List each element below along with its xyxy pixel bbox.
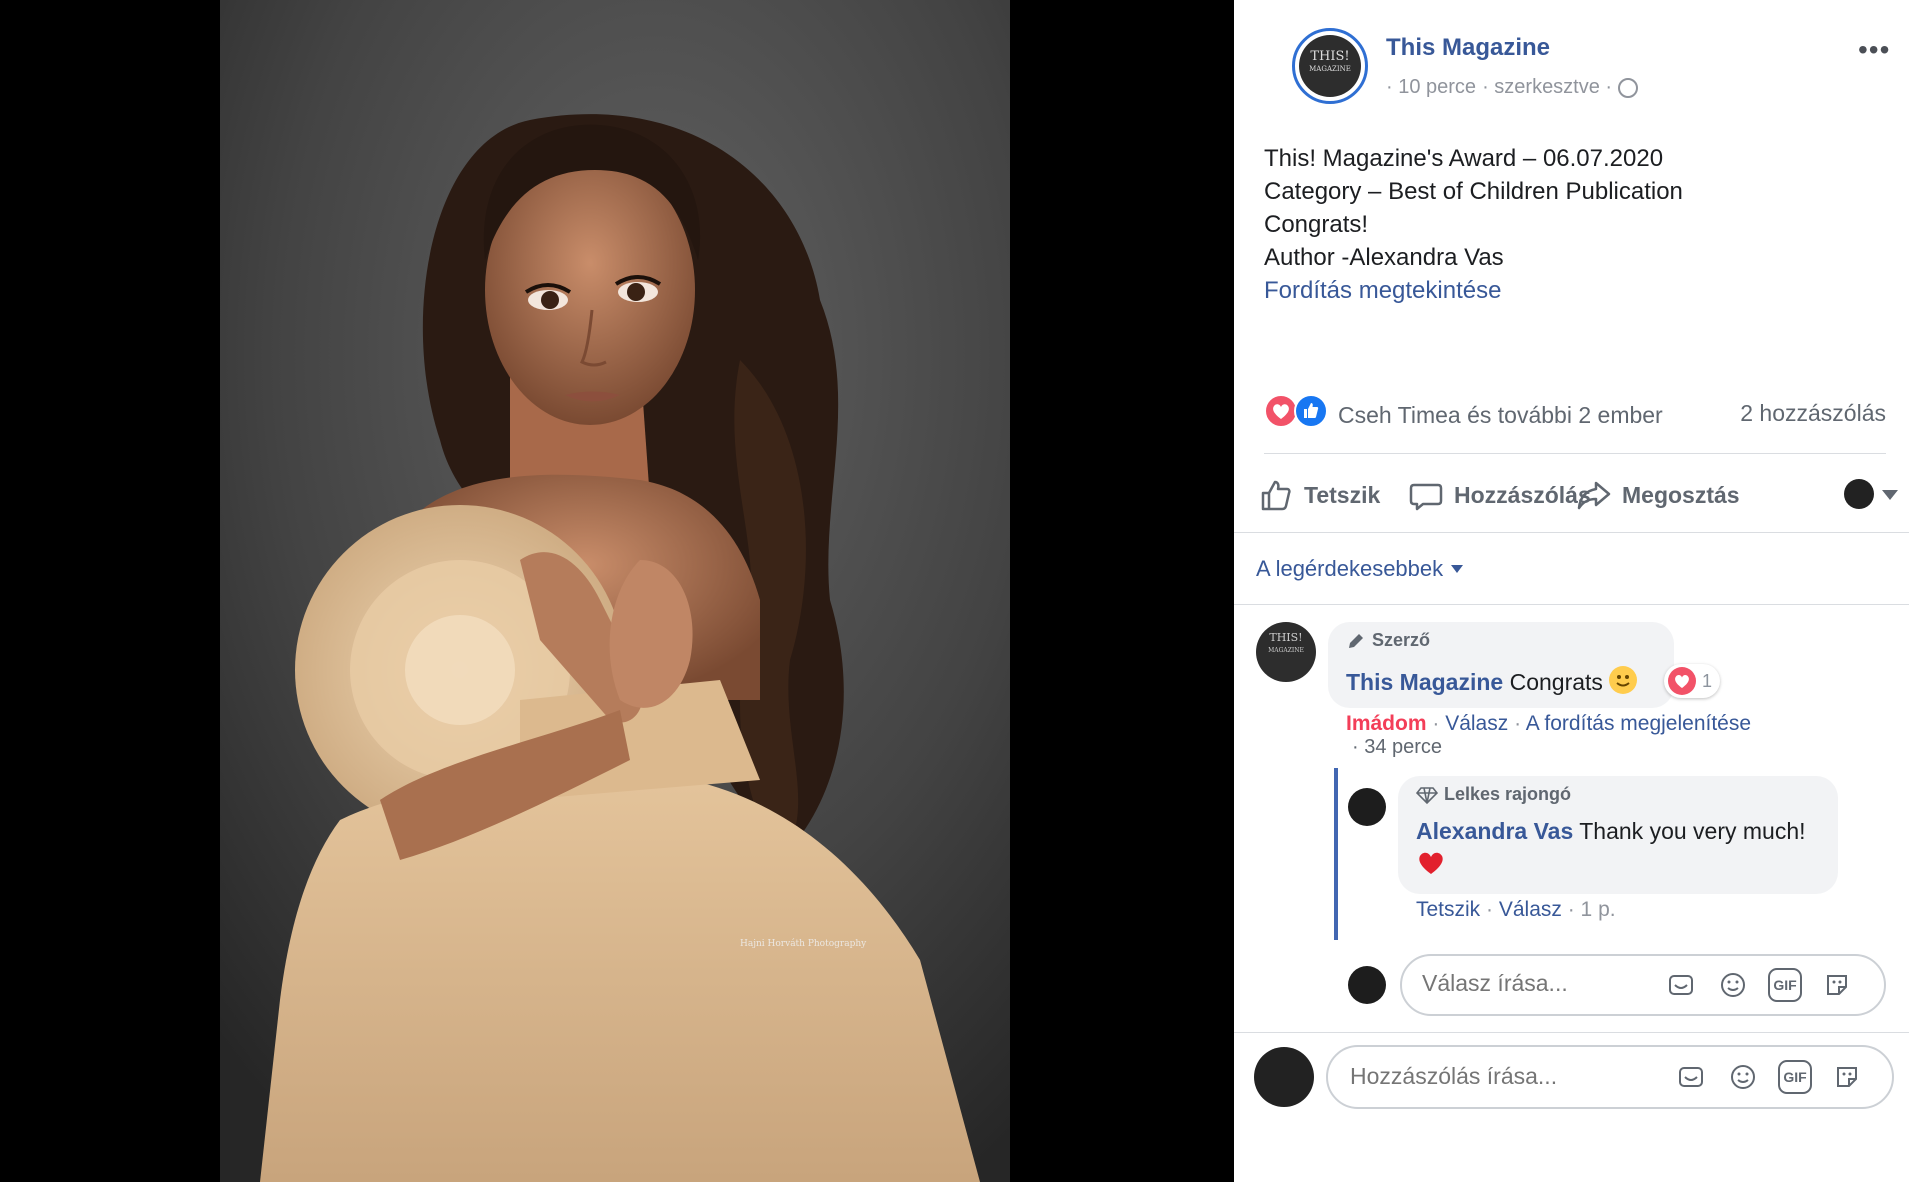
page-name-link[interactable]: This Magazine [1386, 34, 1550, 62]
smile-emoji-icon [1609, 666, 1638, 694]
avatar-logo-bottom: MAGAZINE [1309, 65, 1351, 73]
divider [1234, 604, 1909, 605]
post-line-3: Congrats! [1264, 211, 1369, 238]
reply-actions: Tetszik · Válasz · 1 p. [1416, 898, 1616, 922]
comment-count[interactable]: 2 hozzászólás [1740, 400, 1886, 427]
red-heart-icon [1419, 852, 1443, 874]
globe-icon[interactable] [1618, 77, 1639, 98]
divider [1264, 453, 1886, 454]
my-avatar[interactable] [1254, 1047, 1314, 1107]
author-badge: Szerző [1346, 630, 1430, 651]
comment-sort-label: A legérdekesebbek [1256, 556, 1444, 581]
emoji-icon[interactable] [1726, 1060, 1760, 1094]
gif-icon[interactable]: GIF [1778, 1060, 1812, 1094]
post-meta: · 10 perce · szerkesztve · [1386, 76, 1639, 99]
gif-icon[interactable]: GIF [1768, 968, 1802, 1002]
emoji-icon[interactable] [1716, 968, 1750, 1002]
love-reaction-link[interactable]: Imádom [1346, 712, 1427, 735]
see-translation-link[interactable]: Fordítás megtekintése [1264, 274, 1683, 307]
post-line-1: This! Magazine's Award – 06.07.2020 [1264, 145, 1664, 172]
pencil-icon [1349, 633, 1363, 648]
reply-bubble: Lelkes rajongó Alexandra Vas Thank you v… [1398, 776, 1838, 894]
speech-bubble-icon [1409, 483, 1443, 511]
comment-text: This Magazine Congrats [1346, 666, 1638, 696]
thumbs-up-icon [1261, 480, 1291, 511]
separator-dot: · [1432, 712, 1446, 735]
caret-down-icon [1451, 565, 1464, 573]
post-header: THIS! MAGAZINE This Magazine · 10 perce ·… [1264, 28, 1889, 108]
commenter-avatar-logo-bottom: MAGAZINE [1268, 647, 1304, 654]
separator-dot: · [1514, 712, 1526, 735]
comment-input[interactable] [1350, 1063, 1650, 1090]
comment-sort-dropdown[interactable]: A legérdekesebbek [1256, 556, 1464, 582]
reactions-summary: Cseh Timea és további 2 ember 2 hozzászó… [1264, 392, 1886, 432]
author-badge-label: Szerző [1372, 630, 1431, 650]
page-avatar-logo: THIS! MAGAZINE [1299, 35, 1361, 97]
comment-composer: GIF [1234, 1033, 1909, 1182]
reply-input-tools: GIF [1664, 956, 1854, 1014]
share-button-label: Megosztás [1622, 481, 1740, 508]
reply-body: Thank you very much! [1579, 818, 1806, 844]
commenter-name-link[interactable]: This Magazine [1346, 669, 1503, 695]
comment-input-box[interactable]: GIF [1326, 1045, 1894, 1109]
divider [1234, 532, 1909, 533]
comment-input-tools: GIF [1674, 1047, 1864, 1107]
fan-badge-label: Lelkes rajongó [1444, 784, 1572, 804]
reply-author-avatar[interactable] [1348, 788, 1386, 826]
reply-link[interactable]: Válasz [1499, 898, 1562, 921]
post-time[interactable]: · 10 perce [1386, 76, 1476, 99]
avatar-logo-top: THIS! [1310, 49, 1350, 64]
share-button[interactable]: Megosztás [1576, 470, 1740, 520]
post-photo[interactable]: Hajni Horváth Photography [220, 0, 1010, 1182]
diamond-icon [1416, 786, 1438, 804]
like-link[interactable]: Tetszik [1416, 898, 1480, 921]
reply-input-box[interactable]: GIF [1400, 954, 1886, 1016]
photo-viewer: Hajni Horváth Photography THIS! MAGAZINE … [0, 0, 1909, 1182]
reactors-names[interactable]: Cseh Timea és további 2 ember [1338, 402, 1663, 429]
like-button-label: Tetszik [1304, 481, 1381, 508]
sticker-icon[interactable] [1830, 1060, 1864, 1094]
more-options-icon[interactable]: ••• [1858, 34, 1890, 66]
reply-thread-line [1334, 768, 1338, 940]
comment-actions: Imádom · Válasz · A fordítás megjeleníté… [1346, 712, 1751, 736]
like-reaction-icon[interactable] [1294, 394, 1328, 428]
my-avatar[interactable] [1348, 966, 1386, 1004]
reaction-count-label: 1 [1702, 670, 1713, 691]
comment-button-label: Hozzászólás [1454, 481, 1591, 508]
love-reaction-icon [1668, 667, 1696, 695]
post-edited-label[interactable]: · szerkesztve · [1482, 76, 1612, 99]
actor-avatar[interactable] [1844, 479, 1874, 509]
reply-link[interactable]: Válasz [1445, 712, 1508, 735]
commenter-avatar-logo-top: THIS! [1269, 631, 1303, 644]
post-body: This! Magazine's Award – 06.07.2020 Cate… [1264, 142, 1683, 307]
portrait-illustration: Hajni Horváth Photography [220, 0, 1010, 1182]
chevron-down-icon[interactable] [1882, 490, 1898, 500]
comment-bubble: Szerző This Magazine Congrats [1328, 622, 1674, 708]
post-sidebar: THIS! MAGAZINE This Magazine · 10 perce ·… [1234, 0, 1909, 1182]
comment-button[interactable]: Hozzászólás [1408, 470, 1591, 520]
reply-input[interactable] [1422, 970, 1642, 997]
sticker-icon[interactable] [1820, 968, 1854, 1002]
commenter-avatar[interactable]: THIS! MAGAZINE [1256, 622, 1316, 682]
post-actions: Tetszik Hozzászólás Megosztás [1258, 470, 1898, 520]
page-avatar[interactable]: THIS! MAGAZINE [1292, 28, 1368, 104]
like-button[interactable]: Tetszik [1258, 470, 1380, 520]
post-line-4: Author -Alexandra Vas [1264, 244, 1504, 271]
love-reaction-icon[interactable] [1264, 394, 1298, 428]
comment-body: Congrats [1509, 669, 1603, 695]
comment-reaction-count[interactable]: 1 [1664, 664, 1721, 698]
post-line-2: Category – Best of Children Publication [1264, 178, 1683, 205]
svg-text:Hajni Horváth Photography: Hajni Horváth Photography [740, 938, 867, 949]
reply-time[interactable]: · 1 p. [1568, 898, 1616, 921]
reply-text: Alexandra Vas Thank you very much! [1416, 816, 1816, 878]
comment-time[interactable]: · 34 perce [1352, 736, 1442, 759]
fan-badge: Lelkes rajongó [1416, 784, 1571, 805]
photo-stage[interactable]: Hajni Horváth Photography [0, 0, 1234, 1182]
show-translation-link[interactable]: A fordítás megjelenítése [1526, 712, 1751, 735]
avatar-sticker-icon[interactable] [1674, 1060, 1708, 1094]
reply-author-name-link[interactable]: Alexandra Vas [1416, 818, 1573, 844]
separator-dot: · [1486, 898, 1499, 921]
share-arrow-icon [1577, 481, 1611, 510]
avatar-sticker-icon[interactable] [1664, 968, 1698, 1002]
